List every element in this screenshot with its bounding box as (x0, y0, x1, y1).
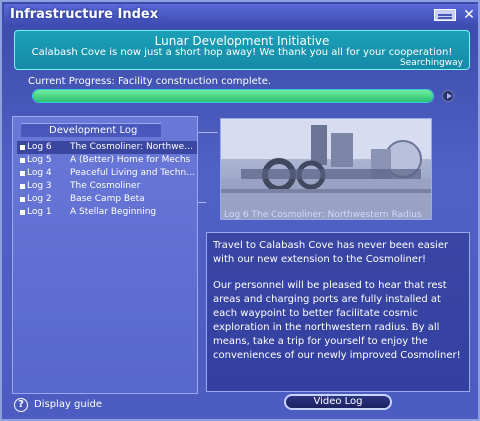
log-description: Travel to Calabash Cove has never been e… (206, 232, 470, 392)
video-log-button[interactable]: Video Log (284, 394, 392, 410)
log-name: Peaceful Living and Technologic... (70, 168, 196, 178)
log-number: Log 6 (27, 142, 52, 152)
log-preview-image (220, 118, 432, 220)
banner-title: Lunar Development Initiative (154, 34, 330, 48)
connector-line (198, 202, 206, 203)
log-name: A Stellar Beginning (70, 207, 157, 217)
progress-fill (33, 90, 433, 102)
window-title: Infrastructure Index (10, 7, 159, 22)
log-item[interactable]: Log 6 The Cosmoliner: Northwestern... (17, 141, 197, 154)
log-item[interactable]: Log 3 The Cosmoliner (17, 180, 197, 193)
help-icon[interactable]: ? (14, 398, 28, 412)
description-paragraph: Our personnel will be pleased to hear th… (213, 280, 461, 361)
infrastructure-index-window: Infrastructure Index ✕ Lunar Development… (0, 0, 480, 421)
connector-line (198, 132, 218, 133)
log-header: Development Log (21, 123, 161, 137)
bullet-icon (20, 184, 25, 189)
bullet-icon (20, 197, 25, 202)
log-number: Log 5 (27, 155, 52, 165)
log-name: The Cosmoliner (70, 181, 141, 191)
log-name: A (Better) Home for Mechs (70, 155, 191, 165)
log-item[interactable]: Log 4 Peaceful Living and Technologic... (17, 167, 197, 180)
facility-illustration (221, 119, 431, 219)
progress-label: Current Progress: Facility construction … (28, 76, 272, 87)
log-item[interactable]: Log 1 A Stellar Beginning (17, 206, 197, 219)
progress-bar (32, 89, 434, 103)
announcement-banner: Lunar Development Initiative Calabash Co… (14, 30, 470, 70)
bullet-icon (20, 158, 25, 163)
development-log-panel: Development Log Log 6 The Cosmoliner: No… (12, 116, 198, 394)
log-name: The Cosmoliner: Northwestern... (70, 142, 196, 152)
window-menu-icon[interactable] (434, 9, 456, 21)
banner-author: Searchingway (399, 58, 463, 68)
title-bar[interactable]: Infrastructure Index ✕ (4, 4, 478, 26)
log-item[interactable]: Log 2 Base Camp Beta (17, 193, 197, 206)
description-paragraph: Travel to Calabash Cove has never been e… (213, 240, 449, 265)
log-number: Log 2 (27, 194, 52, 204)
log-list: Log 6 The Cosmoliner: Northwestern... Lo… (17, 141, 197, 219)
bullet-icon (20, 145, 25, 150)
close-icon[interactable]: ✕ (462, 8, 476, 22)
log-item[interactable]: Log 5 A (Better) Home for Mechs (17, 154, 197, 167)
play-arrow-icon[interactable] (442, 90, 454, 102)
display-guide-link[interactable]: Display guide (34, 399, 102, 410)
log-number: Log 4 (27, 168, 52, 178)
banner-message: Calabash Cove is now just a short hop aw… (31, 47, 453, 58)
log-name: Base Camp Beta (70, 194, 145, 204)
log-number: Log 3 (27, 181, 52, 191)
bullet-icon (20, 210, 25, 215)
image-caption: Log 6 The Cosmoliner: Northwestern Radiu… (224, 210, 422, 220)
bullet-icon (20, 171, 25, 176)
log-number: Log 1 (27, 207, 52, 217)
